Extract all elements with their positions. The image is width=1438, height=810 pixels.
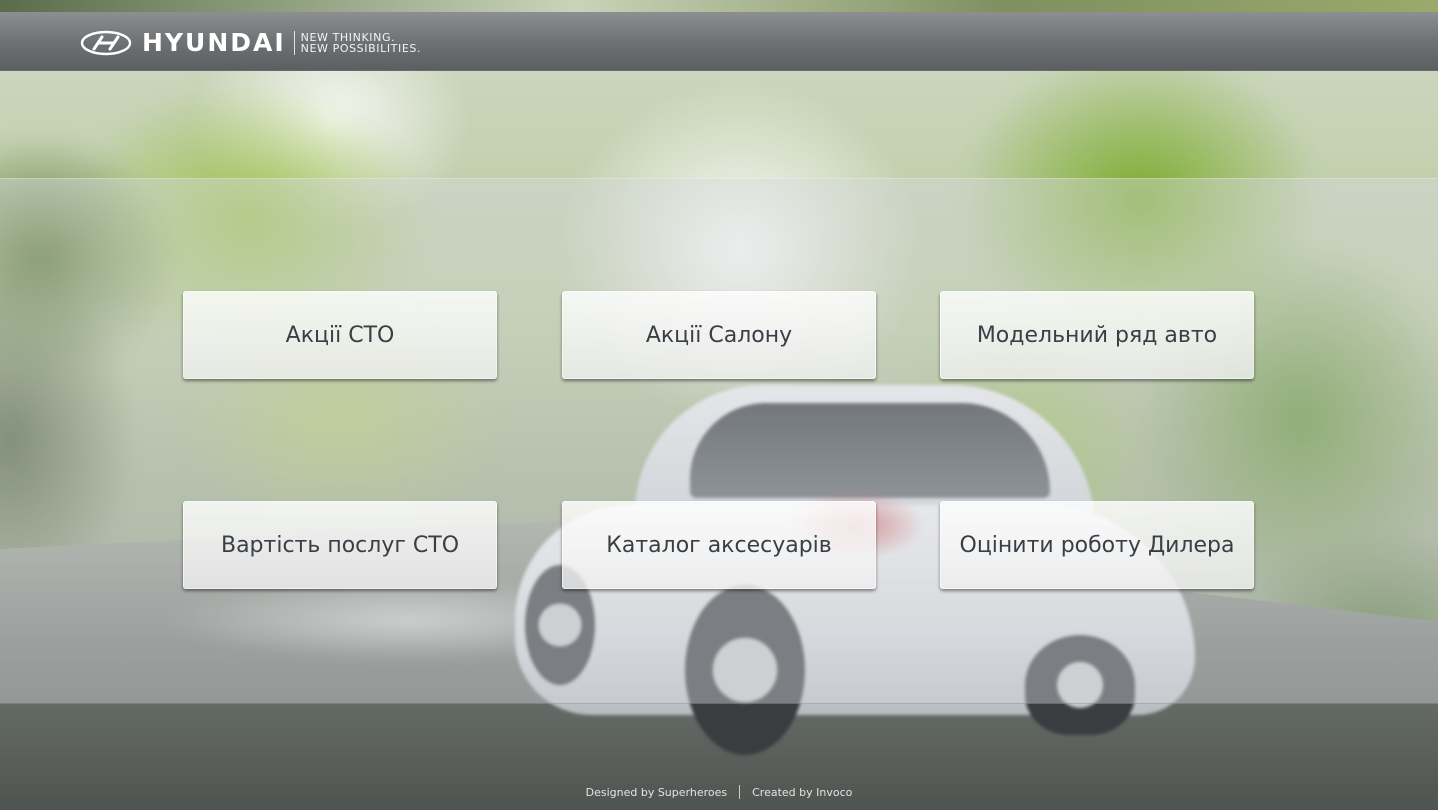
header-bar: HYUNDAI NEW THINKING. NEW POSSIBILITIES.	[0, 12, 1438, 71]
hyundai-logo-icon	[80, 30, 132, 56]
footer: Designed by Superheroes Created by Invoc…	[0, 780, 1438, 804]
menu-tile-label: Акції Салону	[645, 322, 793, 348]
menu-tile-model-range[interactable]: Модельний ряд авто	[940, 291, 1254, 379]
menu-tile-rate-dealer[interactable]: Оцінити роботу Дилера	[940, 501, 1254, 589]
footer-designed-by[interactable]: Designed by Superheroes	[586, 786, 728, 799]
menu-tile-label: Оцінити роботу Дилера	[959, 532, 1235, 558]
menu-tile-label: Каталог аксесуарів	[606, 532, 832, 558]
menu-tile-label: Акції СТО	[285, 322, 395, 348]
tagline-line-2: NEW POSSIBILITIES.	[300, 42, 422, 55]
footer-divider	[739, 785, 741, 799]
menu-tile-service-promos[interactable]: Акції СТО	[183, 291, 497, 379]
menu-tile-showroom-promos[interactable]: Акції Салону	[562, 291, 876, 379]
menu-tile-label: Модельний ряд авто	[976, 322, 1218, 348]
menu-tile-accessories-catalog[interactable]: Каталог аксесуарів	[562, 501, 876, 589]
app-screen: HYUNDAI NEW THINKING. NEW POSSIBILITIES.…	[0, 0, 1438, 810]
menu-tile-service-prices[interactable]: Вартість послуг СТО	[183, 501, 497, 589]
top-strip	[0, 0, 1438, 12]
brand-tagline: NEW THINKING. NEW POSSIBILITIES.	[301, 32, 421, 54]
menu-band	[0, 178, 1438, 704]
logo-divider	[293, 31, 295, 55]
brand-wordmark: HYUNDAI	[142, 28, 286, 57]
footer-created-by[interactable]: Created by Invoco	[752, 786, 852, 799]
brand-logo[interactable]: HYUNDAI NEW THINKING. NEW POSSIBILITIES.	[80, 28, 421, 58]
menu-tile-label: Вартість послуг СТО	[220, 532, 460, 558]
